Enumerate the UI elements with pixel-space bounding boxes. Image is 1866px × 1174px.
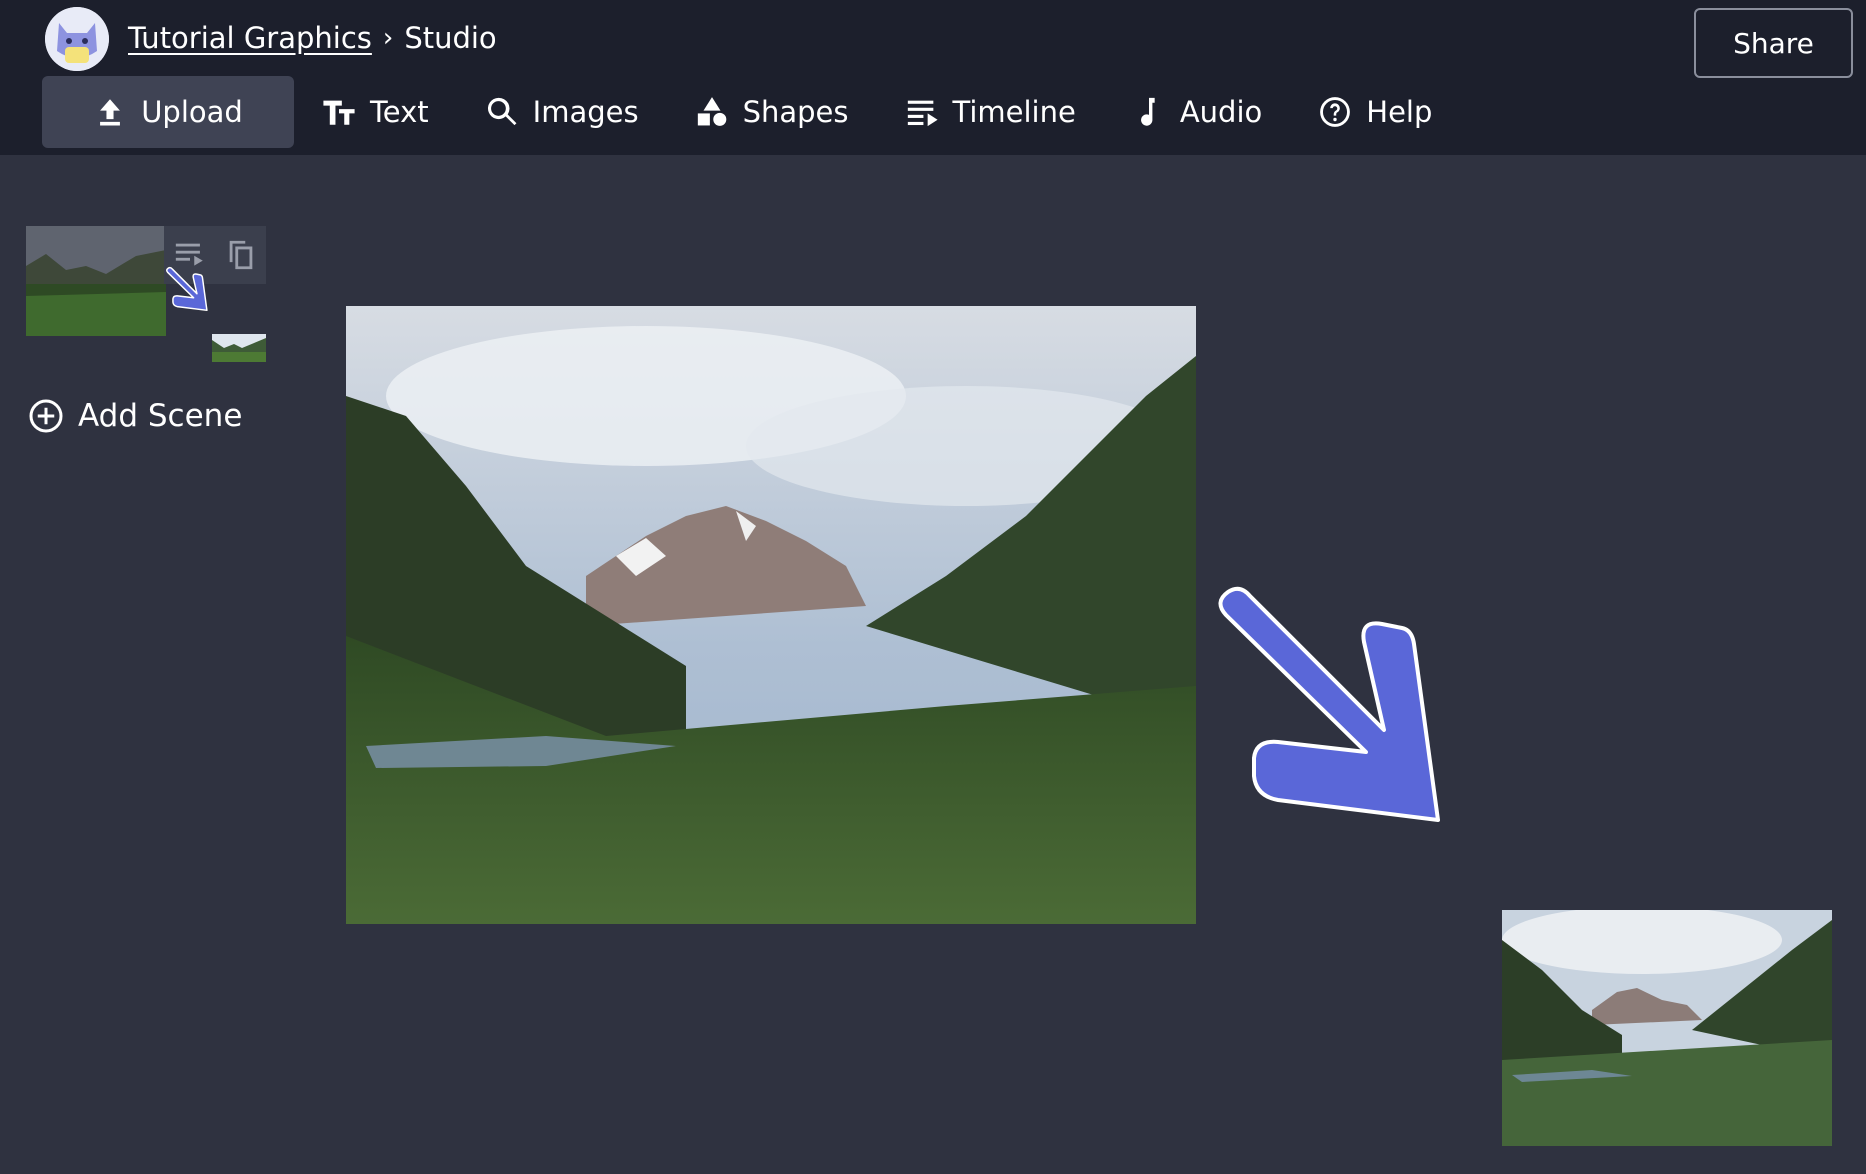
top-header: Tutorial Graphics › Studio Share Upload … — [0, 0, 1866, 155]
scene-small-photo-thumb — [212, 334, 266, 362]
breadcrumb: Tutorial Graphics › Studio — [128, 16, 497, 60]
toolbar-upload[interactable]: Upload — [42, 76, 294, 148]
add-scene-label: Add Scene — [78, 398, 243, 434]
toolbar-help[interactable]: Help — [1290, 76, 1460, 148]
breadcrumb-current-page: Studio — [404, 21, 497, 55]
help-icon — [1320, 97, 1351, 127]
toolbar-help-label: Help — [1366, 95, 1433, 129]
duplicate-icon[interactable] — [224, 238, 258, 272]
toolbar-text-label: Text — [370, 95, 429, 129]
scene-arrow-icon — [166, 266, 208, 312]
arrow-shape[interactable] — [1206, 580, 1476, 840]
search-icon — [487, 97, 517, 126]
toolbar-audio[interactable]: Audio — [1104, 76, 1290, 148]
breadcrumb-separator: › — [382, 23, 394, 53]
cat-logo-icon[interactable] — [45, 7, 109, 71]
toolbar-shapes[interactable]: Shapes — [667, 76, 877, 148]
scene-thumbnail[interactable] — [26, 226, 166, 336]
canvas-photo-small[interactable] — [1502, 910, 1832, 1146]
breadcrumb-project-link[interactable]: Tutorial Graphics — [128, 21, 372, 55]
timeline-icon — [907, 100, 938, 127]
toolbar-images-label: Images — [532, 95, 639, 129]
toolbar-upload-label: Upload — [141, 95, 243, 129]
toolbar-shapes-label: Shapes — [742, 95, 849, 129]
toolbar-timeline-label: Timeline — [952, 95, 1076, 129]
music-note-icon — [1140, 97, 1155, 126]
upload-icon — [100, 99, 121, 126]
toolbar-images[interactable]: Images — [457, 76, 667, 148]
canvas-photo-mountains[interactable] — [346, 306, 1196, 924]
toolbar-text[interactable]: Text — [294, 76, 457, 148]
toolbar-audio-label: Audio — [1179, 95, 1263, 129]
share-button[interactable]: Share — [1694, 8, 1853, 78]
shapes-icon — [697, 97, 726, 126]
text-icon — [323, 100, 355, 125]
toolbar-timeline[interactable]: Timeline — [877, 76, 1104, 148]
toolbar: Upload Text Images Shapes Timeline Audio… — [42, 76, 1460, 148]
add-circle-icon — [29, 399, 63, 433]
add-scene-button[interactable]: Add Scene — [28, 394, 242, 438]
